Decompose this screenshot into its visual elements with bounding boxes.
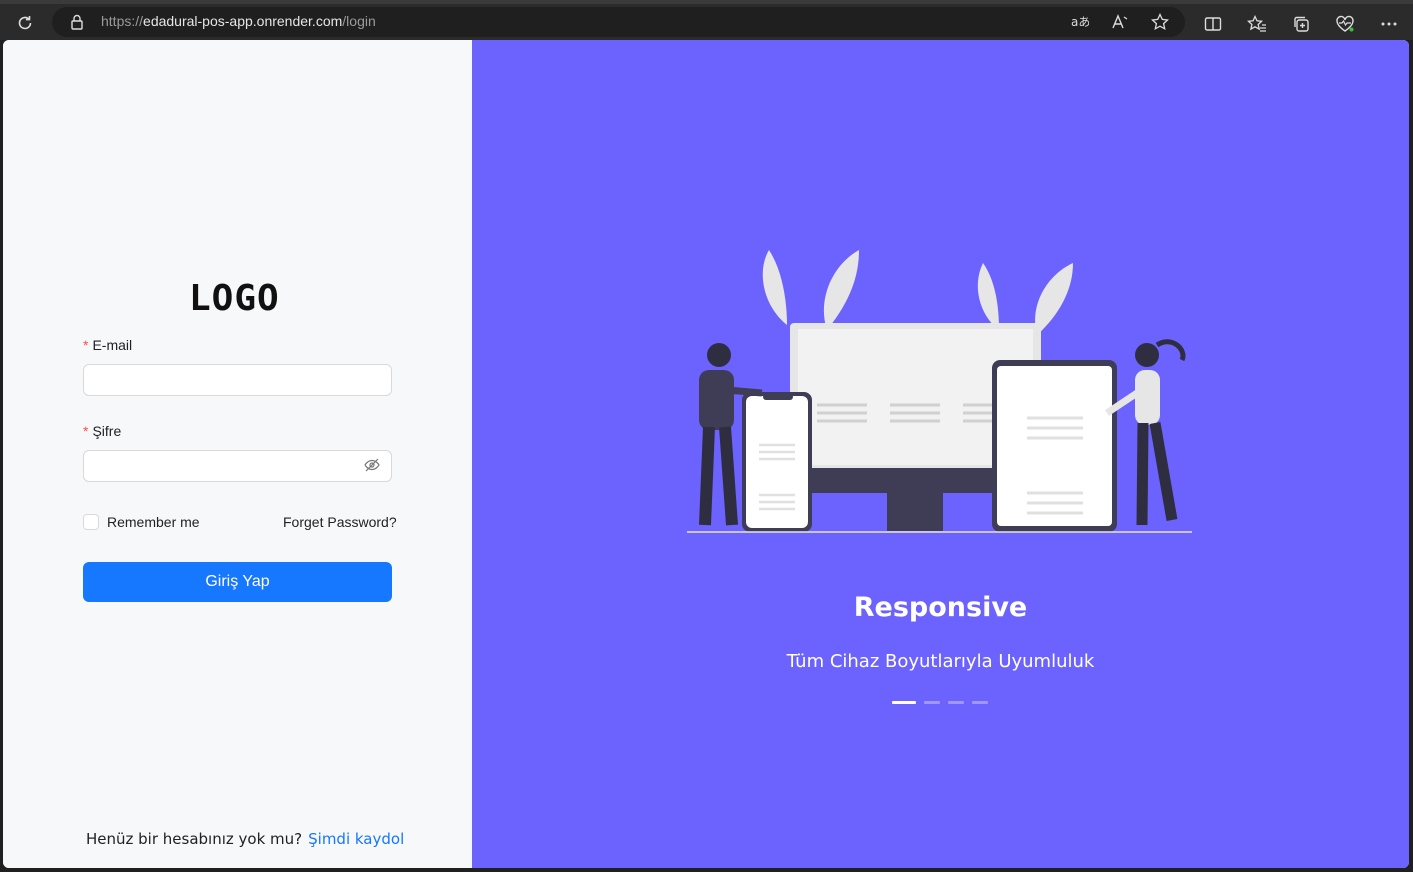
login-panel: LOGO * E-mail * Şifre Remember me Forget P… xyxy=(3,40,472,868)
login-button[interactable]: Giriş Yap xyxy=(83,562,392,602)
password-field[interactable] xyxy=(83,450,392,482)
split-screen-icon[interactable] xyxy=(1202,14,1224,34)
email-label: * E-mail xyxy=(83,337,132,353)
carousel-dot[interactable] xyxy=(948,701,964,704)
carousel-dots xyxy=(892,701,988,704)
responsive-illustration xyxy=(687,250,1192,533)
collections-icon[interactable] xyxy=(1290,14,1312,34)
email-label-text: E-mail xyxy=(92,337,133,353)
page: LOGO * E-mail * Şifre Remember me Forget P… xyxy=(3,40,1409,868)
password-label: * Şifre xyxy=(83,423,121,439)
favorite-star-icon[interactable] xyxy=(1150,13,1170,31)
read-aloud-icon[interactable] xyxy=(1110,13,1130,31)
more-icon[interactable] xyxy=(1378,14,1400,34)
performance-icon[interactable] xyxy=(1334,14,1356,34)
url-host: edadural-pos-app.onrender.com xyxy=(143,13,343,29)
address-bar[interactable]: https://edadural-pos-app.onrender.com/lo… xyxy=(52,7,1185,37)
required-mark: * xyxy=(83,423,89,439)
signup-link[interactable]: Şimdi kaydol xyxy=(308,830,404,848)
slide-title: Responsive xyxy=(853,592,1028,623)
signup-prompt: Henüz bir hesabınız yok mu? Şimdi kaydol xyxy=(86,830,404,848)
carousel-dot[interactable] xyxy=(924,701,940,704)
url-text[interactable]: https://edadural-pos-app.onrender.com/lo… xyxy=(101,13,376,29)
signup-question: Henüz bir hesabınız yok mu? xyxy=(86,830,303,848)
url-path: /login xyxy=(342,13,376,29)
reload-icon[interactable] xyxy=(14,12,36,34)
favorites-icon[interactable] xyxy=(1246,14,1268,34)
forget-password-link[interactable]: Forget Password? xyxy=(283,514,397,530)
eye-invisible-icon[interactable] xyxy=(363,456,381,474)
slide-subtitle: Tüm Cihaz Boyutlarıyla Uyumluluk xyxy=(786,651,1095,672)
logo: LOGO xyxy=(189,278,280,319)
password-label-text: Şifre xyxy=(92,423,122,439)
url-scheme: https:// xyxy=(101,13,144,29)
translate-icon[interactable]: aあ xyxy=(1070,13,1090,31)
lock-icon[interactable] xyxy=(70,14,84,34)
hero-panel: Responsive Tüm Cihaz Boyutlarıyla Uyumlu… xyxy=(472,40,1409,868)
browser-toolbar: https://edadural-pos-app.onrender.com/lo… xyxy=(0,0,1413,40)
carousel-dot[interactable] xyxy=(972,701,988,704)
email-field[interactable] xyxy=(83,364,392,396)
carousel-dot[interactable] xyxy=(892,701,916,704)
svg-text:aあ: aあ xyxy=(1071,15,1089,29)
remember-label[interactable]: Remember me xyxy=(107,514,200,530)
remember-checkbox[interactable] xyxy=(83,514,99,530)
required-mark: * xyxy=(83,337,89,353)
